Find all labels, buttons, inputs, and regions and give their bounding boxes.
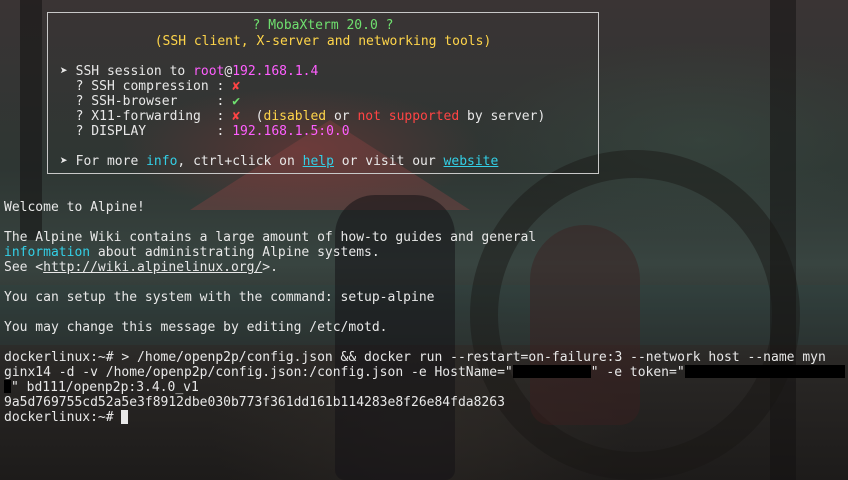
shell-prompt: dockerlinux:~#	[4, 410, 122, 425]
motd-wiki-line-2: information about administrating Alpine …	[4, 245, 380, 260]
banner-title: ? MobaXterm 20.0 ?	[252, 18, 394, 33]
command-line-1: dockerlinux:~# > /home/openp2p/config.js…	[4, 350, 826, 365]
mobaxterm-banner: ? MobaXterm 20.0 ? (SSH client, X-server…	[47, 12, 599, 174]
ssh-user: root	[193, 64, 225, 79]
display-row: ? DISPLAY : 192.168.1.5:0.0	[60, 124, 350, 139]
arrow-icon: ➤	[60, 154, 68, 169]
motd-see-line: See <http://wiki.alpinelinux.org/>.	[4, 260, 278, 275]
x11-disabled: disabled	[263, 109, 327, 124]
ssh-host: 192.168.1.4	[232, 64, 319, 79]
ssh-compression-row: ? SSH compression : ✘	[60, 79, 241, 94]
container-id: 9a5d769755cd52a5e3f8912dbe030b773f361dd1…	[4, 395, 505, 410]
ssh-session-line: ➤ SSH session to root@192.168.1.4	[60, 64, 319, 79]
motd-wiki-line-1: The Alpine Wiki contains a large amount …	[4, 230, 537, 245]
cross-icon: ✘	[232, 79, 241, 94]
info-link[interactable]: info	[146, 154, 177, 169]
information-link[interactable]: information	[4, 245, 90, 260]
x11-forwarding-row: ? X11-forwarding : ✘ (disabled or not su…	[60, 109, 546, 124]
motd-setup: You can setup the system with the comman…	[4, 290, 435, 305]
command-line-2: ginx14 -d -v /home/openp2p/config.json:/…	[4, 365, 845, 380]
check-icon: ✔	[232, 94, 241, 109]
cross-icon: ✘	[232, 109, 241, 124]
text-cursor	[121, 410, 129, 424]
redacted-hostname	[512, 365, 591, 378]
arrow-icon: ➤	[60, 64, 68, 79]
help-link[interactable]: help	[303, 154, 334, 169]
redacted-token	[684, 365, 845, 378]
banner-subtitle: (SSH client, X-server and networking too…	[154, 34, 492, 49]
wiki-url-link[interactable]: http://wiki.alpinelinux.org/	[43, 260, 262, 275]
motd-change: You may change this message by editing /…	[4, 320, 388, 335]
motd-welcome: Welcome to Alpine!	[4, 200, 145, 215]
display-value: 192.168.1.5:0.0	[232, 124, 350, 139]
x11-not-supported: not supported	[357, 109, 460, 124]
banner-footer: ➤ For more info, ctrl+click on help or v…	[60, 154, 499, 169]
terminal-output[interactable]: ? MobaXterm 20.0 ? (SSH client, X-server…	[0, 0, 848, 480]
ssh-browser-row: ? SSH-browser : ✔	[60, 94, 241, 109]
redacted-token-end	[4, 380, 11, 393]
website-link[interactable]: website	[444, 154, 499, 169]
command-line-3: " bd111/openp2p:3.4.0_v1	[4, 380, 199, 395]
shell-prompt-line[interactable]: dockerlinux:~#	[4, 410, 129, 425]
